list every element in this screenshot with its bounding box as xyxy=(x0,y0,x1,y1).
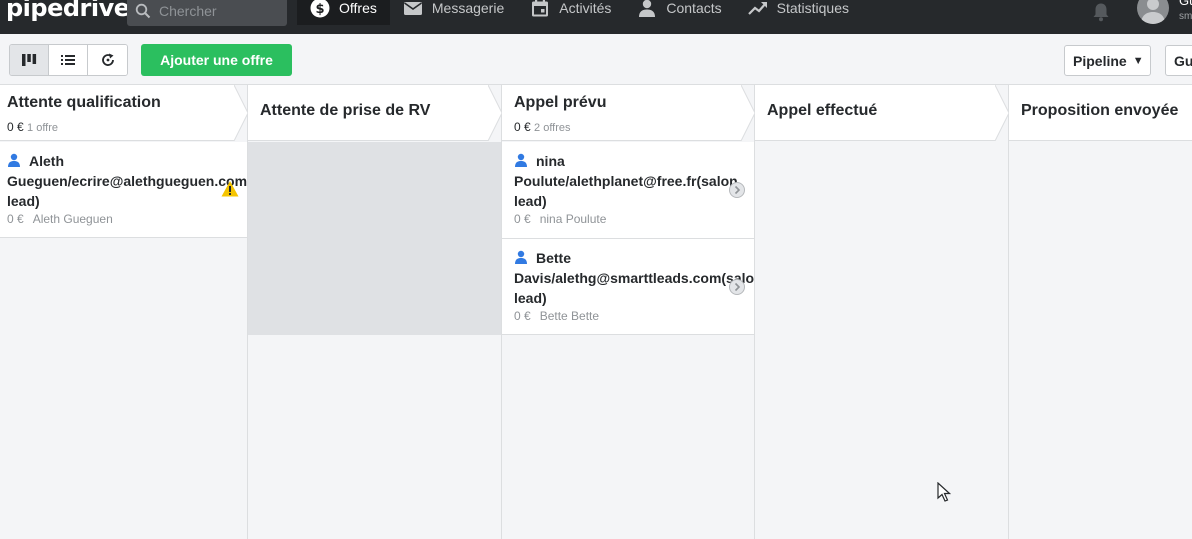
nav-item-contacts[interactable]: Contacts xyxy=(624,0,734,25)
deal-person: nina Poulute xyxy=(539,212,607,226)
deal-title-line3: lead) xyxy=(7,193,40,209)
stage-summary: 0 € 2 offres xyxy=(514,120,571,134)
caret-down-icon: ▼ xyxy=(1132,54,1144,67)
refresh-icon xyxy=(101,53,114,66)
main-nav: $ Offres Messagerie Activités Contacts S… xyxy=(297,0,862,34)
chevron-circle-icon[interactable] xyxy=(728,278,746,296)
stage-deal-count: 1 offre xyxy=(27,122,59,134)
nav-label: Contacts xyxy=(666,0,722,16)
stage-title: Appel prévu xyxy=(514,94,607,111)
stage-arrow xyxy=(234,85,248,141)
deal-title-line1: Aleth xyxy=(29,153,64,169)
stage-amount: 0 € xyxy=(514,120,531,134)
person-icon xyxy=(8,153,20,167)
stage-amount: 0 € xyxy=(7,120,24,134)
deal-card[interactable]: Aleth Gueguen/ecrire@alethgueguen.com le… xyxy=(0,142,247,238)
deal-value: 0 € xyxy=(7,212,24,226)
deal-title: Bette Davis/alethg@smarttleads.com(salon… xyxy=(514,248,754,308)
stage-header: Appel prévu 0 € 2 offres xyxy=(502,85,755,141)
nav-item-statistiques[interactable]: Statistiques xyxy=(735,0,862,25)
stage-title: Attente de prise de RV xyxy=(260,102,431,119)
avatar[interactable] xyxy=(1137,0,1169,24)
deal-title-line2: Poulute/alethplanet@free.fr(salon xyxy=(514,173,738,189)
deal-person: Bette Bette xyxy=(539,309,600,323)
deal-title: Aleth Gueguen/ecrire@alethgueguen.com le… xyxy=(7,151,247,211)
mouse-cursor-icon xyxy=(937,482,951,502)
deal-title-line3: lead) xyxy=(514,193,547,209)
user-filter-label: Gu xyxy=(1174,52,1192,69)
add-deal-button[interactable]: Ajouter une offre xyxy=(141,44,292,76)
list-view-button[interactable] xyxy=(49,45,88,75)
deal-title-line2: Davis/alethg@smarttleads.com(salon xyxy=(514,270,754,286)
bell-icon[interactable] xyxy=(1091,2,1111,22)
deal-title-line1: nina xyxy=(536,153,565,169)
warning-icon[interactable] xyxy=(221,180,239,198)
user-filter-select[interactable]: Gu xyxy=(1165,45,1192,76)
stage-arrow xyxy=(741,85,755,141)
kanban-view-button[interactable] xyxy=(10,45,49,75)
deal-person: Aleth Gueguen xyxy=(32,212,113,226)
nav-item-activites[interactable]: Activités xyxy=(517,0,624,25)
deal-title-line2: Gueguen/ecrire@alethgueguen.com xyxy=(7,173,247,189)
nav-item-messagerie[interactable]: Messagerie xyxy=(390,0,517,25)
stage-column-attente-qualification: Attente qualification 0 € 1 offre Aleth … xyxy=(0,85,248,539)
search-box[interactable] xyxy=(127,0,287,26)
stage-arrow xyxy=(488,85,502,141)
top-navigation-bar: pipedrive $ Offres Messagerie xyxy=(0,0,1192,34)
pipeline-select-label: Pipeline xyxy=(1073,52,1127,69)
deal-meta: 0 € Bette Bette xyxy=(514,309,599,323)
view-switcher xyxy=(9,44,128,76)
deal-card[interactable]: Bette Davis/alethg@smarttleads.com(salon… xyxy=(502,239,754,335)
stage-header: Attente de prise de RV xyxy=(248,85,502,141)
trend-icon xyxy=(747,2,767,15)
stage-column-proposition-envoyee: Proposition envoyée xyxy=(1009,85,1192,539)
stage-title: Attente qualification xyxy=(7,94,161,111)
nav-label: Activités xyxy=(559,0,612,16)
deal-title: nina Poulute/alethplanet@free.fr(salon l… xyxy=(514,151,754,211)
pipeline-board: Attente qualification 0 € 1 offre Aleth … xyxy=(0,85,1192,539)
stage-column-attente-prise-rv: Attente de prise de RV xyxy=(248,85,502,539)
stage-arrow xyxy=(995,85,1009,141)
user-name[interactable]: Gu xyxy=(1179,0,1192,8)
stage-column-appel-prevu: Appel prévu 0 € 2 offres nina Poulute/al… xyxy=(502,85,755,539)
stage-deal-count: 2 offres xyxy=(534,122,571,134)
user-company: sm xyxy=(1179,11,1192,22)
refresh-view-button[interactable] xyxy=(88,45,127,75)
deal-meta: 0 € Aleth Gueguen xyxy=(7,212,113,226)
svg-text:$: $ xyxy=(315,2,324,17)
pipeline-select[interactable]: Pipeline ▼ xyxy=(1064,45,1151,76)
person-icon xyxy=(515,250,527,264)
list-icon xyxy=(61,55,75,65)
stage-title: Appel effectué xyxy=(767,102,878,119)
stage-header: Proposition envoyée xyxy=(1009,85,1192,141)
stage-title: Proposition envoyée xyxy=(1021,102,1179,119)
person-icon xyxy=(639,0,656,17)
calendar-icon xyxy=(532,0,549,17)
stage-header: Attente qualification 0 € 1 offre xyxy=(0,85,248,141)
nav-item-offres[interactable]: $ Offres xyxy=(297,0,390,25)
stage-summary: 0 € 1 offre xyxy=(7,120,58,134)
nav-label: Statistiques xyxy=(776,0,849,16)
deal-title-line1: Bette xyxy=(536,250,572,266)
dollar-icon: $ xyxy=(310,0,330,18)
deal-value: 0 € xyxy=(514,212,531,226)
kanban-icon xyxy=(22,54,37,66)
mail-icon xyxy=(403,2,422,15)
avatar-person-icon xyxy=(1141,0,1165,24)
stage-header: Appel effectué xyxy=(755,85,1009,141)
deal-meta: 0 € nina Poulute xyxy=(514,212,606,226)
stage-column-appel-effectue: Appel effectué xyxy=(755,85,1009,539)
deal-card[interactable]: nina Poulute/alethplanet@free.fr(salon l… xyxy=(502,142,754,239)
pipedrive-logo[interactable]: pipedrive xyxy=(6,0,130,22)
nav-label: Messagerie xyxy=(431,0,505,16)
drop-zone[interactable] xyxy=(248,142,501,335)
chevron-circle-icon[interactable] xyxy=(728,181,746,199)
search-icon xyxy=(135,3,151,19)
search-input[interactable] xyxy=(159,2,279,20)
deal-title-line3: lead) xyxy=(514,290,547,306)
person-icon xyxy=(515,153,527,167)
nav-label: Offres xyxy=(339,0,377,16)
toolbar: Ajouter une offre Pipeline ▼ Gu xyxy=(0,34,1192,85)
deal-value: 0 € xyxy=(514,309,531,323)
